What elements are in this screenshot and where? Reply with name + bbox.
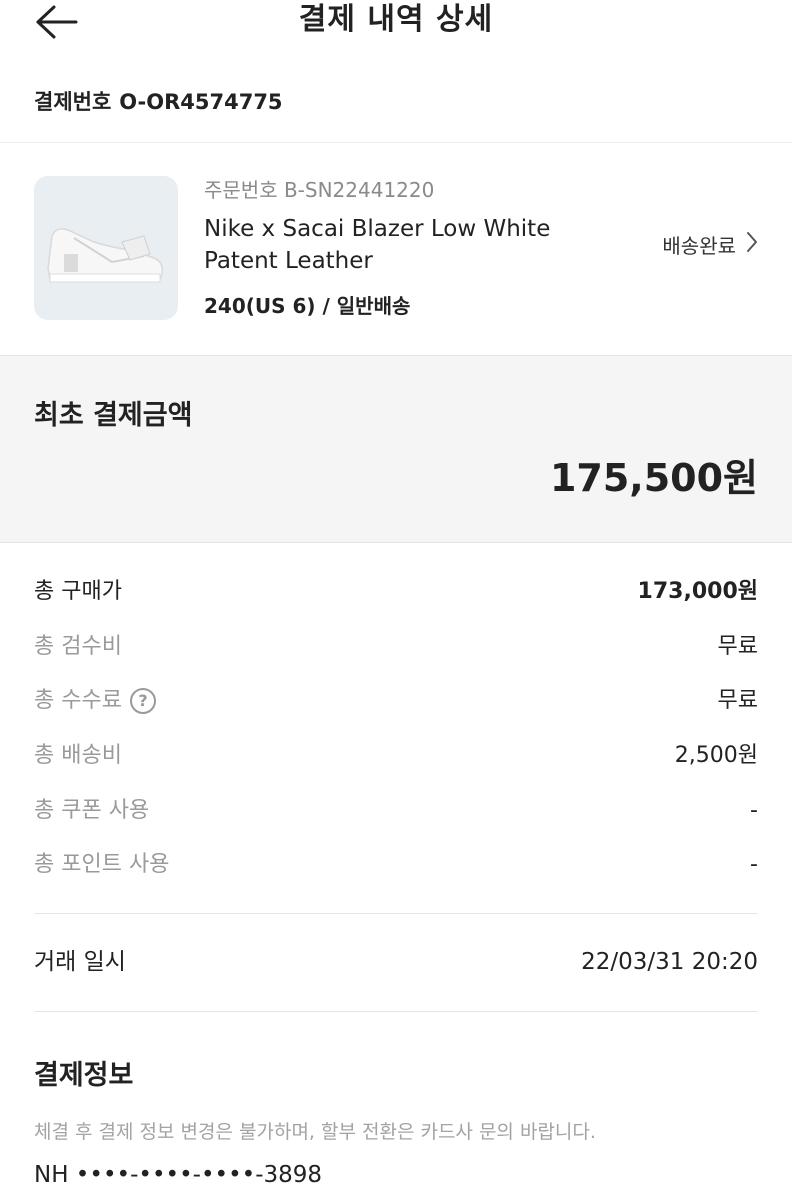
help-icon[interactable]: ? [129,688,156,715]
breakdown-row: 총 포인트 사용 - [34,838,758,893]
order-number: 주문번호 B-SN22441220 [204,178,435,202]
breakdown-label: 총 수수료 [34,688,122,714]
transaction-date-value: 22/03/31 20:20 [581,949,758,975]
product-option: 240(US 6) / 일반배송 [204,294,411,318]
top-bar: 결제 내역 상세 [0,0,792,44]
breakdown-value: - [750,797,758,823]
chevron-right-icon [746,231,758,261]
breakdown-value: 173,000원 [637,579,758,605]
breakdown-row: 총 배송비 2,500원 [34,729,758,784]
breakdown-label-wrap: 총 수수료 ? [34,686,156,716]
payment-number-value: O-OR4574775 [119,90,283,114]
breakdown-label: 총 포인트 사용 [34,852,170,878]
divider [34,1011,758,1012]
breakdown-value: 무료 [717,633,758,659]
breakdown-value: - [750,852,758,878]
delivery-status-link[interactable]: 배송완료 [662,231,758,261]
breakdown-value: 2,500원 [674,743,758,769]
delivery-status-label: 배송완료 [662,234,736,258]
price-breakdown: 총 구매가 173,000원 총 검수비 무료 총 수수료 ? 무료 총 배송비… [34,565,758,893]
divider [34,913,758,914]
breakdown-label: 총 배송비 [34,743,122,769]
transaction-date-label: 거래 일시 [34,949,126,975]
payment-info-title: 결제정보 [34,1060,134,1091]
payment-number-label: 결제번호 [34,90,112,114]
product-card: 주문번호 B-SN22441220 Nike x Sacai Blazer Lo… [0,143,792,355]
breakdown-label: 총 쿠폰 사용 [34,797,150,823]
transaction-date-row: 거래 일시 22/03/31 20:20 [34,946,758,978]
breakdown-value: 무료 [717,688,758,714]
breakdown-row: 총 수수료 ? 무료 [34,674,758,729]
product-name[interactable]: Nike x Sacai Blazer Low White Patent Lea… [204,213,604,277]
card-number: NH ••••-••••-••••-3898 [34,1162,323,1188]
sneaker-image [47,228,164,283]
breakdown-label: 총 구매가 [34,579,122,605]
breakdown-row: 총 구매가 173,000원 [34,565,758,620]
initial-payment-summary: 최초 결제금액 175,500원 [0,355,792,543]
page-title: 결제 내역 상세 [298,2,494,37]
payment-number: 결제번호 O-OR4574775 [34,86,283,118]
breakdown-row: 총 검수비 무료 [34,620,758,675]
breakdown-label: 총 검수비 [34,633,122,659]
summary-label: 최초 결제금액 [34,400,193,431]
product-thumbnail[interactable] [34,176,178,320]
payment-info-note: 체결 후 결제 정보 변경은 불가하며, 할부 전환은 카드사 문의 바랍니다. [34,1121,596,1143]
summary-amount: 175,500원 [549,456,758,500]
breakdown-row: 총 쿠폰 사용 - [34,783,758,838]
